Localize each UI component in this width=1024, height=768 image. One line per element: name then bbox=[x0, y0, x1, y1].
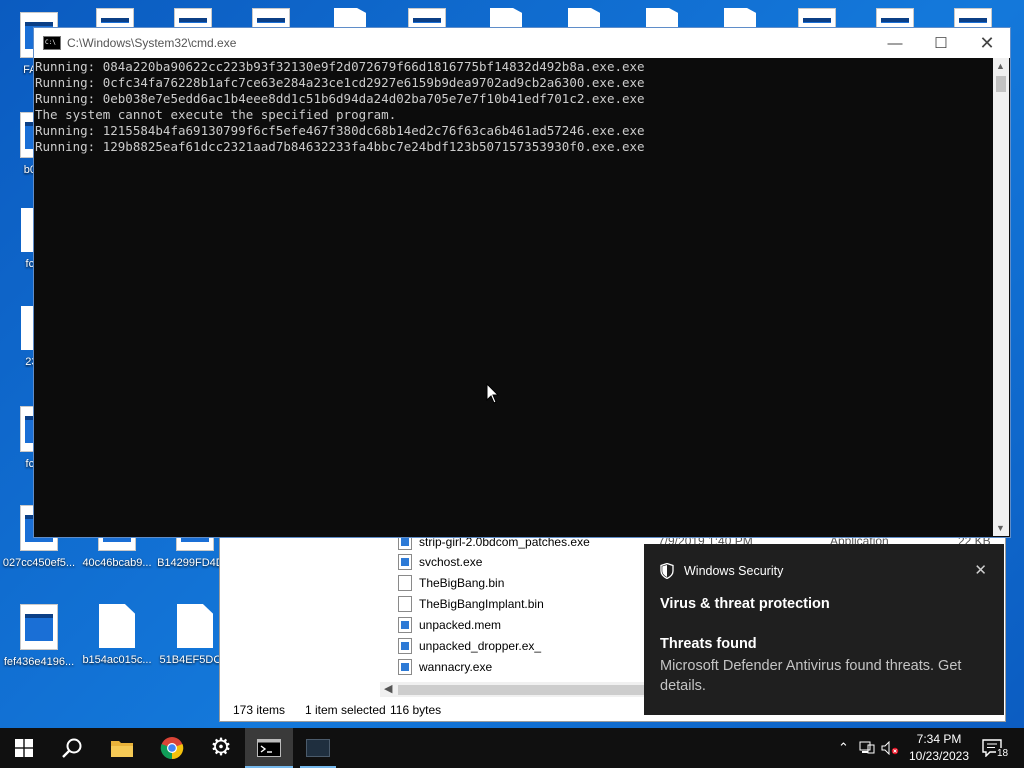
clock[interactable]: 7:34 PM 10/23/2023 bbox=[900, 731, 978, 765]
window-title: C:\Windows\System32\cmd.exe bbox=[67, 36, 237, 50]
cmd-icon bbox=[257, 739, 281, 757]
cmd-icon bbox=[43, 36, 61, 50]
item-count: 173 items bbox=[233, 703, 286, 717]
exe-file-icon bbox=[398, 553, 412, 570]
volume-muted-icon[interactable] bbox=[881, 741, 899, 755]
chrome-icon bbox=[160, 737, 184, 760]
file-row[interactable]: unpacked.mem bbox=[398, 614, 501, 635]
vertical-scrollbar[interactable]: ▲ ▼ bbox=[993, 58, 1009, 536]
file-row[interactable]: TheBigBang.bin bbox=[398, 572, 504, 593]
console-line: Running: 0cfc34fa76228b1afc7ce63e284a23c… bbox=[35, 75, 645, 90]
notification-heading: Virus & threat protection bbox=[660, 596, 830, 612]
notification-count-badge: 18 bbox=[996, 747, 1010, 759]
title-bar[interactable]: C:\Windows\System32\cmd.exe — ☐ ✕ bbox=[34, 28, 1010, 58]
console-line: The system cannot execute the specified … bbox=[35, 107, 397, 122]
taskbar: ⚙ ⌃ 7:34 PM 10/23/2023 18 bbox=[0, 728, 1024, 768]
network-icon[interactable] bbox=[859, 741, 875, 755]
file-name: wannacry.exe bbox=[419, 659, 493, 674]
app-icon bbox=[20, 604, 58, 650]
chrome-taskbar-button[interactable] bbox=[148, 728, 196, 768]
selection-count: 1 item selected bbox=[305, 703, 386, 717]
security-notification[interactable]: Windows Security ✕ Virus & threat protec… bbox=[644, 544, 1004, 715]
desktop-icon-label: 40c46bcab9... bbox=[82, 557, 152, 569]
desktop-icon-label: 027cc450ef5... bbox=[2, 557, 76, 569]
cmd-window[interactable]: C:\Windows\System32\cmd.exe — ☐ ✕ Runnin… bbox=[33, 27, 1011, 538]
exe-file-icon bbox=[398, 637, 412, 654]
blank-file-icon bbox=[398, 574, 412, 591]
scroll-left-icon[interactable]: ◀ bbox=[384, 682, 392, 695]
selection-size: 116 bytes bbox=[390, 703, 442, 717]
file-name: TheBigBang.bin bbox=[419, 575, 505, 590]
desktop-icon-label: fef436e4196... bbox=[3, 656, 75, 668]
action-center-button[interactable]: 18 bbox=[982, 728, 1010, 768]
app-taskbar-button[interactable] bbox=[294, 728, 342, 768]
file-row[interactable]: TheBigBangImplant.bin bbox=[398, 593, 544, 614]
desktop-icon[interactable]: fef436e4196... bbox=[0, 604, 78, 668]
mouse-cursor-icon bbox=[486, 383, 500, 404]
folder-icon bbox=[111, 741, 133, 757]
shield-icon bbox=[660, 563, 674, 579]
file-icon bbox=[99, 604, 135, 648]
start-button[interactable] bbox=[0, 728, 48, 768]
close-button[interactable]: ✕ bbox=[964, 28, 1010, 58]
console-line: Running: 1215584b4fa69130799f6cf5efe467f… bbox=[35, 123, 645, 138]
minimize-button[interactable]: — bbox=[872, 28, 918, 58]
desktop-icon-label: b154ac015c... bbox=[82, 654, 152, 666]
exe-file-icon bbox=[398, 658, 412, 675]
file-name: svchost.exe bbox=[419, 554, 483, 569]
notification-app-name: Windows Security bbox=[684, 564, 784, 578]
maximize-button[interactable]: ☐ bbox=[918, 28, 964, 58]
file-explorer-taskbar-button[interactable] bbox=[98, 728, 146, 768]
cmd-taskbar-button[interactable] bbox=[245, 728, 293, 768]
clock-time: 7:34 PM bbox=[916, 732, 962, 746]
console-line: Running: 0eb038e7e5edd6ac1b4eee8dd1c51b6… bbox=[35, 91, 645, 106]
blank-file-icon bbox=[398, 595, 412, 612]
exe-file-icon bbox=[398, 616, 412, 633]
search-icon bbox=[62, 738, 82, 758]
chevron-up-icon[interactable]: ⌃ bbox=[838, 740, 849, 756]
file-row[interactable]: wannacry.exe bbox=[398, 656, 492, 677]
file-row[interactable]: svchost.exe bbox=[398, 551, 482, 572]
search-button[interactable] bbox=[48, 728, 96, 768]
console-line: Running: 084a220ba90622cc223b93f32130e9f… bbox=[35, 59, 645, 74]
clock-date: 10/23/2023 bbox=[908, 749, 970, 763]
window-app-icon bbox=[306, 739, 330, 757]
scrollbar-thumb[interactable] bbox=[996, 76, 1006, 92]
file-row[interactable]: unpacked_dropper.ex_ bbox=[398, 635, 541, 656]
file-name: unpacked_dropper.ex_ bbox=[419, 638, 542, 653]
system-tray: ⌃ bbox=[838, 728, 899, 768]
desktop-icon[interactable]: b154ac015c... bbox=[78, 604, 156, 666]
scroll-up-icon[interactable]: ▲ bbox=[996, 61, 1005, 71]
settings-taskbar-button[interactable]: ⚙ bbox=[197, 728, 245, 768]
scroll-down-icon[interactable]: ▼ bbox=[996, 523, 1005, 533]
notification-subheading: Threats found bbox=[660, 636, 757, 652]
console-line: Running: 129b8825eaf61dcc2321aad7b846322… bbox=[35, 139, 645, 154]
file-name: TheBigBangImplant.bin bbox=[419, 596, 544, 611]
console-output[interactable]: Running: 084a220ba90622cc223b93f32130e9f… bbox=[35, 58, 993, 536]
file-icon bbox=[177, 604, 213, 648]
windows-logo-icon bbox=[15, 739, 33, 757]
close-icon[interactable]: ✕ bbox=[974, 561, 987, 579]
file-name: unpacked.mem bbox=[419, 617, 502, 632]
gear-icon: ⚙ bbox=[210, 734, 232, 761]
notification-body: Microsoft Defender Antivirus found threa… bbox=[660, 658, 962, 694]
